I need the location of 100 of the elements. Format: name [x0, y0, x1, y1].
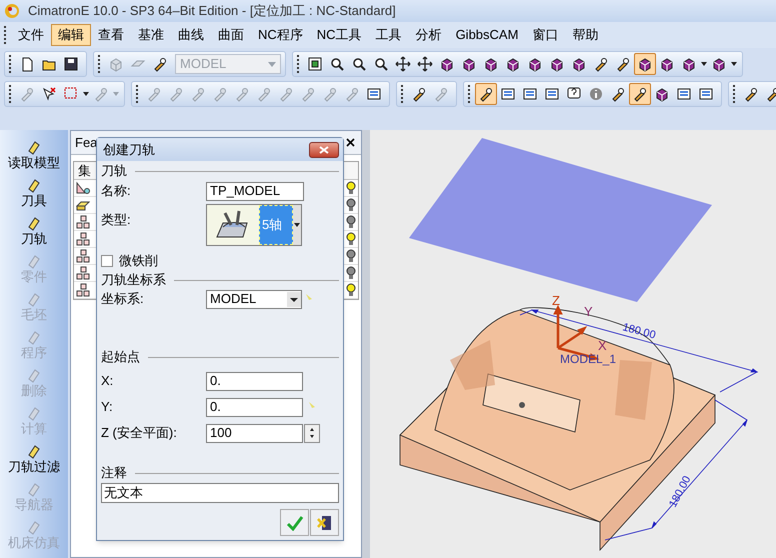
tool-icon — [26, 329, 42, 345]
cube-icon — [571, 56, 587, 72]
tool-icon — [300, 86, 316, 102]
cube-icon — [654, 86, 670, 102]
field-label: 类型: — [101, 211, 132, 229]
dialog-title: 创建刀轨 — [103, 140, 155, 159]
coordinate-field[interactable]: 100 — [206, 424, 303, 442]
tool-icon — [478, 86, 494, 102]
sidebar-item[interactable]: 刀轨 — [1, 212, 67, 250]
light-bulb-icon[interactable] — [346, 249, 356, 263]
spinner[interactable] — [304, 424, 320, 442]
cube-icon — [108, 56, 124, 72]
light-bulb-icon[interactable] — [346, 198, 356, 212]
tool-icon — [190, 86, 206, 102]
field-label: 名称: — [101, 182, 132, 200]
menu-item[interactable]: 编辑 — [51, 24, 91, 46]
menu-item[interactable]: 曲线 — [171, 24, 211, 46]
caret-icon[interactable] — [83, 92, 89, 96]
tool-icon — [146, 86, 162, 102]
list-icon — [500, 86, 516, 102]
tool-icon — [93, 86, 109, 102]
field-label: 坐标系: — [101, 290, 145, 308]
move-arrows-icon — [417, 56, 433, 72]
tree-icon — [76, 215, 90, 229]
light-bulb-icon[interactable] — [346, 181, 356, 195]
sidebar-item[interactable]: 读取模型 — [1, 136, 67, 174]
menu-item[interactable]: 曲面 — [211, 24, 251, 46]
ucs-dropdown[interactable]: MODEL — [206, 290, 302, 308]
move-arrows-icon — [395, 56, 411, 72]
list-icon — [698, 86, 714, 102]
coordinate-field[interactable]: 0. — [206, 372, 303, 390]
magnifier-icon — [373, 56, 389, 72]
tree-icon — [76, 249, 90, 263]
toolbar-button[interactable] — [629, 83, 651, 105]
cube-icon — [505, 56, 521, 72]
close-icon — [319, 146, 329, 154]
checkbox[interactable] — [101, 255, 113, 267]
column-header: 集 — [78, 162, 91, 180]
sidebar-item[interactable]: 刀轨过滤 — [1, 440, 67, 478]
menu-item[interactable]: NC程序 — [251, 24, 310, 46]
name-field[interactable]: TP_MODEL — [206, 182, 304, 200]
tool-icon — [212, 86, 228, 102]
window-title: CimatronE 10.0 - SP3 64–Bit Edition - [定位加工 : NC-Standard] — [28, 2, 396, 20]
tool-icon — [26, 481, 42, 497]
tool-icon — [743, 86, 759, 102]
light-bulb-icon[interactable] — [346, 266, 356, 280]
caret-icon — [268, 62, 276, 66]
caret-icon[interactable] — [731, 62, 737, 66]
tool-icon — [593, 56, 609, 72]
tool-icon — [615, 56, 631, 72]
tool-icon — [610, 86, 626, 102]
section-heading: 刀轨坐标系 — [101, 271, 166, 290]
menu-item[interactable]: GibbsCAM — [448, 24, 526, 46]
tool-icon — [256, 86, 272, 102]
cancel-button[interactable] — [310, 509, 339, 536]
menu-item[interactable]: NC工具 — [310, 24, 369, 46]
axis-label: Z — [552, 293, 560, 308]
tool-icon — [234, 86, 250, 102]
light-bulb-icon[interactable] — [346, 215, 356, 229]
door-cross-icon — [316, 514, 334, 532]
ucs-label: MODEL_1 — [560, 352, 616, 366]
section-heading: 注释 — [101, 464, 127, 482]
checkbox-label: 微铁削 — [119, 252, 158, 270]
menu-item[interactable]: 工具 — [368, 24, 409, 46]
light-bulb-icon[interactable] — [346, 232, 356, 246]
toolbar-button[interactable] — [634, 53, 656, 75]
axis-label: X — [598, 338, 607, 353]
coordinate-field[interactable]: 0. — [206, 398, 303, 416]
close-button[interactable] — [309, 142, 339, 158]
caret-icon[interactable] — [293, 205, 301, 245]
sidebar-item[interactable]: 刀具 — [1, 174, 67, 212]
magnifier-icon — [351, 56, 367, 72]
app-logo-icon — [4, 3, 20, 19]
tool-icon — [632, 86, 648, 102]
info-icon — [588, 86, 604, 102]
tool-icon — [433, 86, 449, 102]
list-icon — [676, 86, 692, 102]
close-icon — [346, 138, 354, 147]
menu-item[interactable]: 查看 — [91, 24, 131, 46]
menu-item[interactable]: 分析 — [408, 24, 449, 46]
tree-icon — [76, 232, 90, 246]
tool-icon — [26, 253, 42, 269]
caret-icon[interactable] — [701, 62, 707, 66]
menu-item[interactable]: 文件 — [11, 24, 51, 46]
cube-icon — [637, 56, 653, 72]
tool-icon — [26, 443, 42, 459]
comment-field[interactable]: 无文本 — [101, 483, 339, 503]
cube-icon — [549, 56, 565, 72]
tool-icon — [278, 86, 294, 102]
light-bulb-icon[interactable] — [346, 283, 356, 297]
tool-icon — [26, 291, 42, 307]
menu-item[interactable]: 基准 — [131, 24, 171, 46]
toolbar-button[interactable] — [475, 83, 497, 105]
menu-item[interactable]: 帮助 — [565, 24, 606, 46]
field-label: Z (安全平面): — [101, 424, 178, 442]
tool-icon — [26, 367, 42, 383]
cube-icon — [461, 56, 477, 72]
menu-item[interactable]: 窗口 — [525, 24, 566, 46]
cube-icon — [439, 56, 455, 72]
field-label: X: — [101, 372, 114, 390]
